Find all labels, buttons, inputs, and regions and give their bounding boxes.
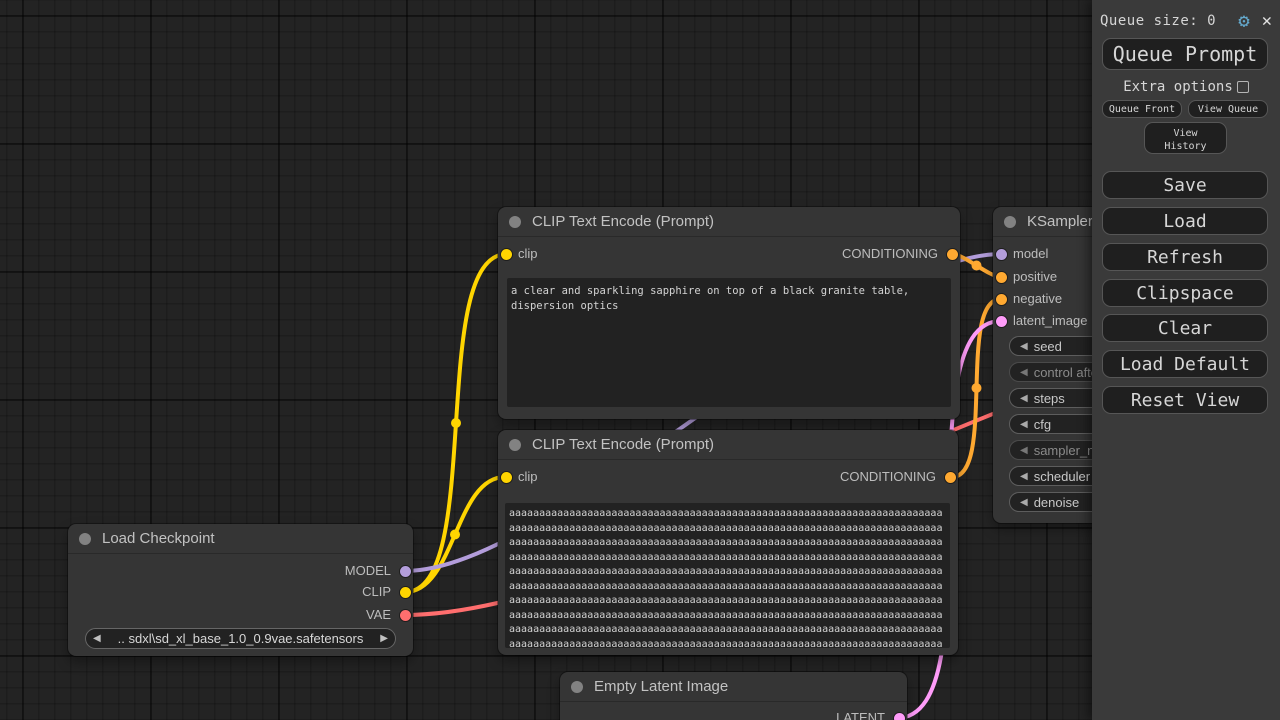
node-clip-text-encode-negative[interactable]: CLIP Text Encode (Prompt) clip CONDITION… xyxy=(498,430,958,655)
output-label: CLIP xyxy=(362,584,391,599)
node-collapse-dot[interactable] xyxy=(79,533,91,545)
widget-prev-icon[interactable]: ◀ xyxy=(1010,471,1034,482)
output-label: LATENT xyxy=(836,710,885,720)
widget-label: steps xyxy=(1034,391,1065,406)
link-midpoint-dot xyxy=(972,383,982,393)
input-negative: negative xyxy=(993,291,1062,307)
save-button[interactable]: Save xyxy=(1102,171,1268,199)
model-input-port[interactable] xyxy=(996,249,1007,260)
wire-clip-to-positive-prompt xyxy=(405,254,507,592)
settings-gear-icon[interactable]: ⚙ xyxy=(1238,11,1249,31)
widget-prev-icon[interactable]: ◀ xyxy=(1010,445,1034,456)
menu-header: Queue size: 0 ⚙ ✕ xyxy=(1100,10,1272,32)
refresh-button[interactable]: Refresh xyxy=(1102,243,1268,271)
queue-size-label: Queue size: 0 xyxy=(1100,13,1216,29)
output-conditioning: CONDITIONING xyxy=(498,469,958,485)
widget-label: denoise xyxy=(1034,495,1080,510)
node-title: Empty Latent Image xyxy=(594,678,728,695)
widget-prev-icon[interactable]: ◀ xyxy=(1010,341,1034,352)
output-model: MODEL xyxy=(68,563,413,579)
output-label: VAE xyxy=(366,607,391,622)
input-label: negative xyxy=(1013,291,1062,306)
node-title: CLIP Text Encode (Prompt) xyxy=(532,436,714,453)
queue-front-button[interactable]: Queue Front xyxy=(1102,100,1182,118)
widget-prev-icon[interactable]: ◀ xyxy=(1010,497,1034,508)
output-label: CONDITIONING xyxy=(842,246,938,261)
link-midpoint-dot xyxy=(450,530,460,540)
widget-label: seed xyxy=(1034,339,1062,354)
widget-label: control afte xyxy=(1034,365,1098,380)
clip-output-port[interactable] xyxy=(400,587,411,598)
input-positive: positive xyxy=(993,269,1057,285)
view-history-button[interactable]: View History xyxy=(1144,122,1227,154)
positive-input-port[interactable] xyxy=(996,272,1007,283)
node-collapse-dot[interactable] xyxy=(571,681,583,693)
output-label: CONDITIONING xyxy=(840,469,936,484)
output-vae: VAE xyxy=(68,607,413,623)
node-collapse-dot[interactable] xyxy=(509,216,521,228)
close-icon[interactable]: ✕ xyxy=(1250,11,1272,31)
reset-view-button[interactable]: Reset View xyxy=(1102,386,1268,414)
comfyui-app: { "sidebar": { "queue_size_label": "Queu… xyxy=(0,0,1280,720)
combo-prev-icon[interactable]: ◀ xyxy=(86,633,108,644)
extra-options-checkbox[interactable] xyxy=(1237,81,1249,93)
link-midpoint-dot xyxy=(451,418,461,428)
view-queue-button[interactable]: View Queue xyxy=(1188,100,1268,118)
node-title: Load Checkpoint xyxy=(102,530,215,547)
negative-input-port[interactable] xyxy=(996,294,1007,305)
widget-label: sampler_n xyxy=(1034,443,1095,458)
conditioning-output-port[interactable] xyxy=(947,249,958,260)
output-clip: CLIP xyxy=(68,584,413,600)
queue-prompt-button[interactable]: Queue Prompt xyxy=(1102,38,1268,70)
node-collapse-dot[interactable] xyxy=(509,439,521,451)
widget-label: cfg xyxy=(1034,417,1051,432)
node-load-checkpoint[interactable]: Load Checkpoint MODEL CLIP VAE ◀ .. sdxl… xyxy=(68,524,413,656)
node-title-bar[interactable]: Empty Latent Image xyxy=(560,672,907,702)
combo-next-icon[interactable]: ▶ xyxy=(373,633,395,644)
node-title-bar[interactable]: CLIP Text Encode (Prompt) xyxy=(498,207,960,237)
node-collapse-dot[interactable] xyxy=(1004,216,1016,228)
input-label: positive xyxy=(1013,269,1057,284)
output-label: MODEL xyxy=(345,563,391,578)
positive-prompt-textarea[interactable]: a clear and sparkling sapphire on top of… xyxy=(507,278,951,407)
conditioning-output-port[interactable] xyxy=(945,472,956,483)
input-label: model xyxy=(1013,246,1048,261)
clipspace-button[interactable]: Clipspace xyxy=(1102,279,1268,307)
link-midpoint-dot xyxy=(972,261,982,271)
load-default-button[interactable]: Load Default xyxy=(1102,350,1268,378)
node-title: KSampler xyxy=(1027,213,1093,230)
latent-output-port[interactable] xyxy=(894,713,905,720)
input-latent-image: latent_image xyxy=(993,313,1087,329)
widget-label: scheduler xyxy=(1034,469,1090,484)
widget-prev-icon[interactable]: ◀ xyxy=(1010,393,1034,404)
node-title-bar[interactable]: Load Checkpoint xyxy=(68,524,413,554)
model-output-port[interactable] xyxy=(400,566,411,577)
extra-options-row: Extra options xyxy=(1092,79,1280,95)
node-clip-text-encode-positive[interactable]: CLIP Text Encode (Prompt) clip CONDITION… xyxy=(498,207,960,419)
widget-prev-icon[interactable]: ◀ xyxy=(1010,419,1034,430)
wire-clip-to-negative-prompt xyxy=(405,477,505,592)
extra-options-label: Extra options xyxy=(1123,79,1233,95)
ckpt-name-widget[interactable]: ◀ .. sdxl\sd_xl_base_1.0_0.9vae.safetens… xyxy=(85,628,396,649)
output-latent: LATENT xyxy=(560,710,907,720)
input-model: model xyxy=(993,246,1048,262)
output-conditioning: CONDITIONING xyxy=(498,246,960,262)
vae-output-port[interactable] xyxy=(400,610,411,621)
negative-prompt-textarea[interactable] xyxy=(505,503,950,648)
node-title-bar[interactable]: CLIP Text Encode (Prompt) xyxy=(498,430,958,460)
latent-image-input-port[interactable] xyxy=(996,316,1007,327)
clear-button[interactable]: Clear xyxy=(1102,314,1268,342)
ckpt-name-value: .. sdxl\sd_xl_base_1.0_0.9vae.safetensor… xyxy=(108,631,374,646)
load-button[interactable]: Load xyxy=(1102,207,1268,235)
node-title: CLIP Text Encode (Prompt) xyxy=(532,213,714,230)
widget-prev-icon[interactable]: ◀ xyxy=(1010,367,1034,378)
node-empty-latent-image[interactable]: Empty Latent Image LATENT xyxy=(560,672,907,720)
comfy-menu: Queue size: 0 ⚙ ✕ Queue Prompt Extra opt… xyxy=(1092,0,1280,720)
input-label: latent_image xyxy=(1013,313,1087,328)
